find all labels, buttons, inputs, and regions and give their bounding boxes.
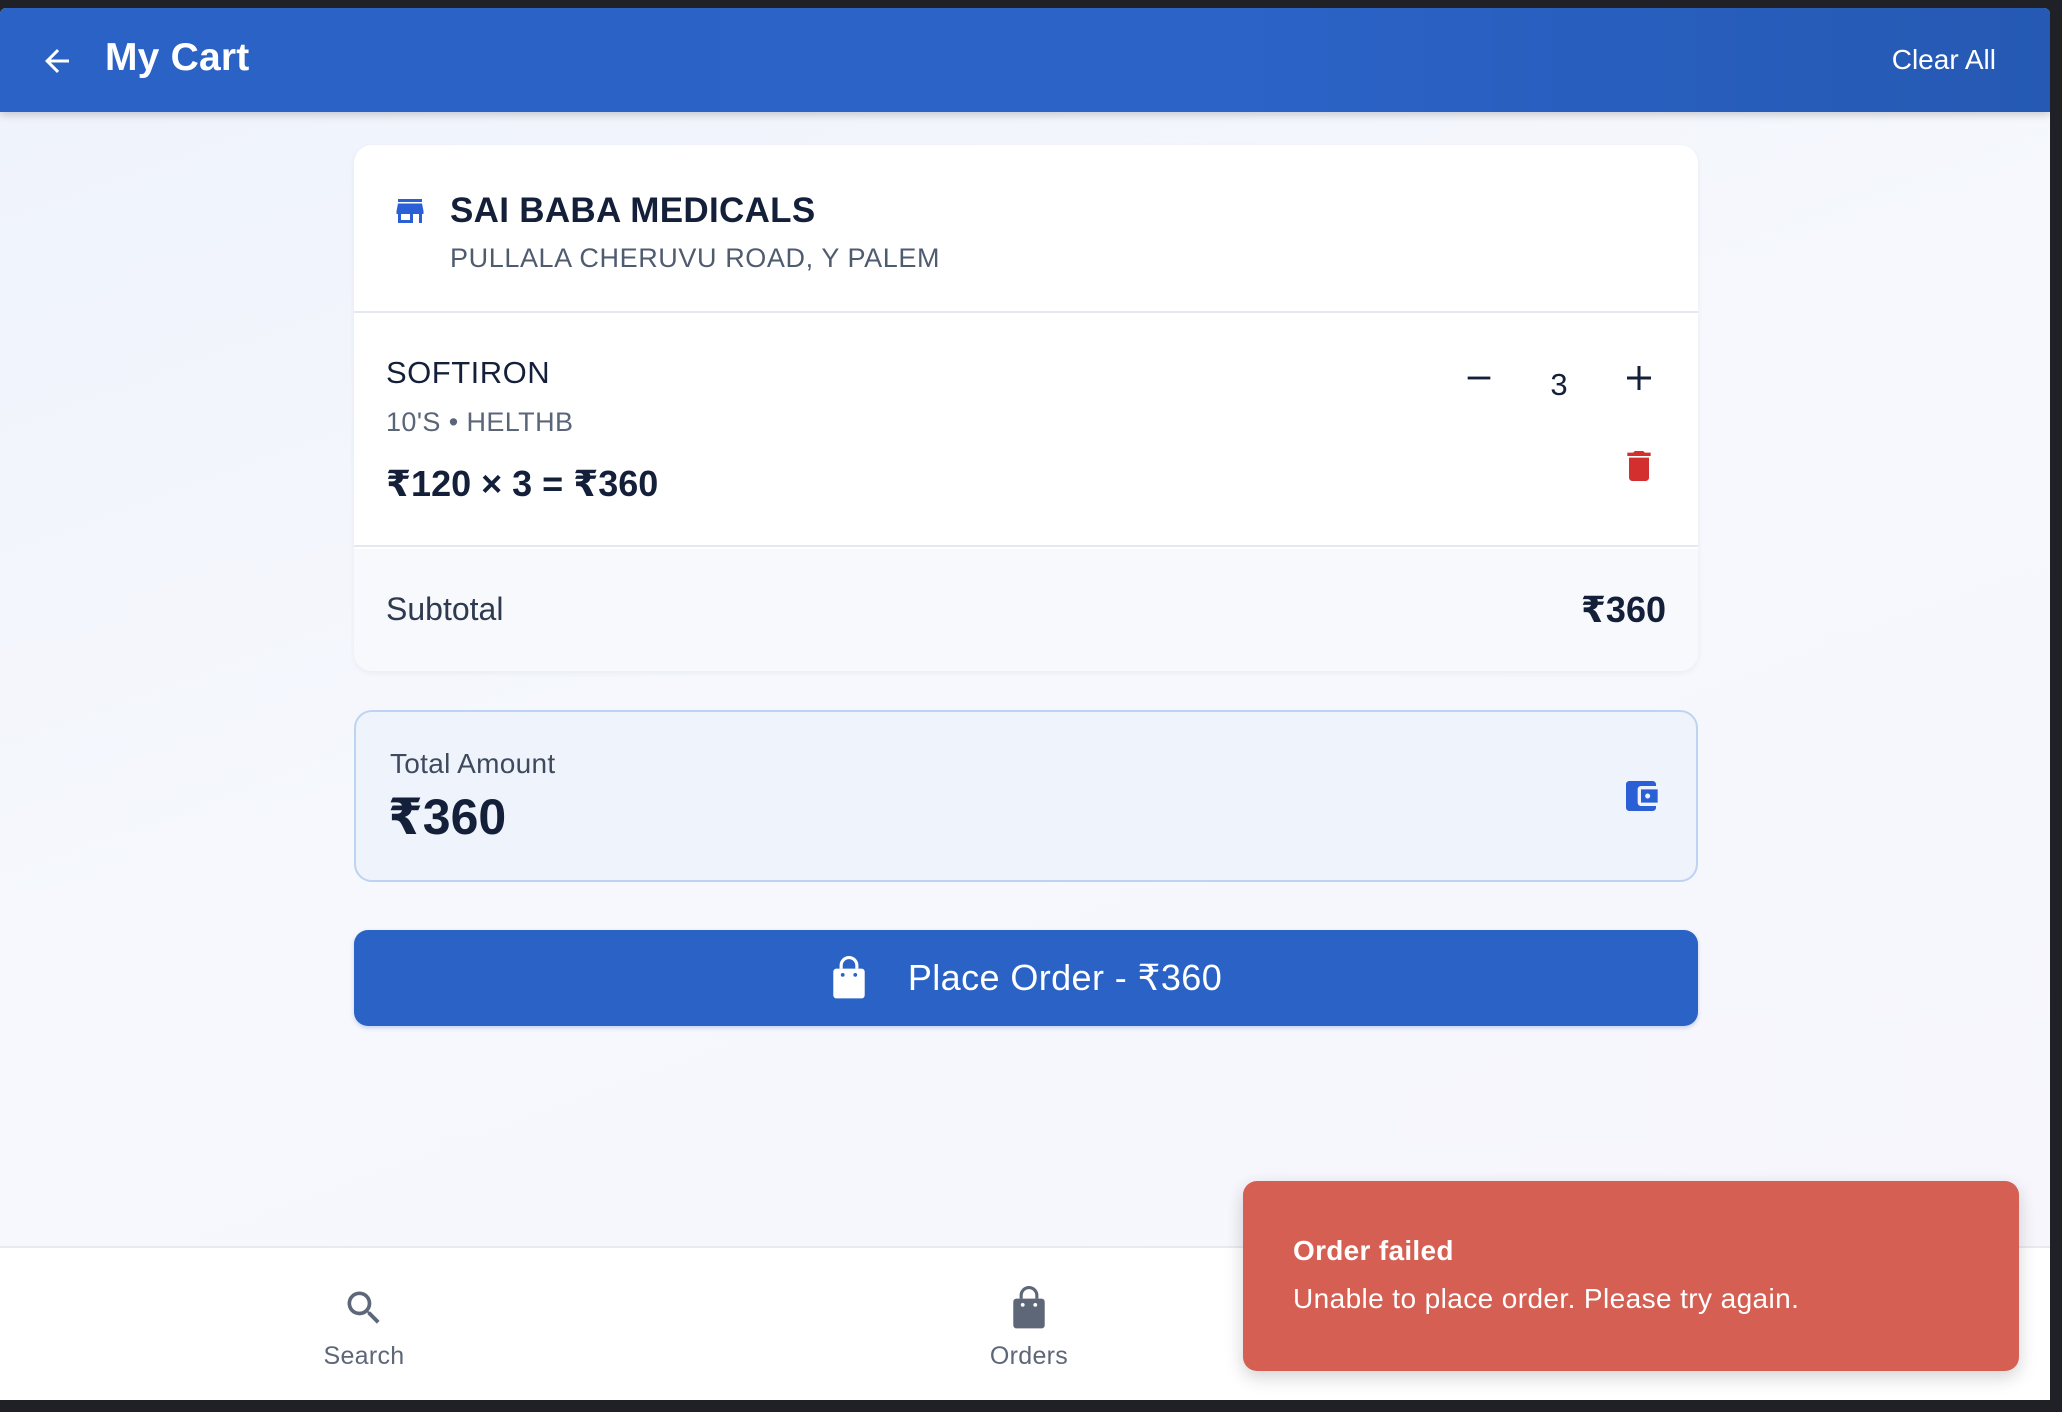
subtotal-row: Subtotal ₹360: [354, 549, 1698, 671]
subtotal-label: Subtotal: [386, 591, 504, 627]
decrease-quantity-button[interactable]: [1454, 353, 1504, 403]
store-address: PULLALA CHERUVU ROAD, Y PALEM: [450, 243, 941, 273]
subtotal-value: ₹360: [1580, 589, 1666, 630]
trash-icon: [1627, 451, 1651, 481]
toast-message: Unable to place order. Please try again.: [1293, 1283, 1800, 1314]
search-icon: [347, 1291, 380, 1324]
store-header: SAI BABA MEDICALS PULLALA CHERUVU ROAD, …: [354, 145, 1698, 313]
nav-item-orders[interactable]: Orders: [929, 1248, 1129, 1400]
plus-icon: [1627, 366, 1651, 390]
back-button[interactable]: [36, 40, 78, 82]
clear-all-button[interactable]: Clear All: [1892, 44, 1996, 76]
store-card: SAI BABA MEDICALS PULLALA CHERUVU ROAD, …: [354, 145, 1698, 671]
item-meta: 10'S • HELTHB: [386, 407, 574, 437]
total-amount-card: Total Amount ₹360: [354, 710, 1698, 882]
increase-quantity-button[interactable]: [1614, 353, 1664, 403]
cart-item: SOFTIRON 10'S • HELTHB ₹120 × 3 = ₹360 3: [354, 315, 1698, 547]
item-price: ₹120 × 3 = ₹360: [386, 463, 659, 504]
store-name: SAI BABA MEDICALS: [450, 191, 816, 230]
nav-label-orders: Orders: [989, 1342, 1069, 1370]
total-label: Total Amount: [390, 748, 556, 779]
total-value: ₹360: [388, 789, 507, 845]
arrow-left-icon: [45, 49, 69, 73]
nav-item-search[interactable]: Search: [264, 1248, 464, 1400]
page-title: My Cart: [105, 36, 250, 79]
place-order-button[interactable]: Place Order - ₹360: [354, 930, 1698, 1026]
wallet-icon: [1626, 781, 1658, 811]
store-icon: [396, 199, 424, 223]
place-order-label: Place Order - ₹360: [907, 957, 1223, 998]
quantity-value: 3: [1550, 367, 1568, 402]
minus-icon: [1467, 376, 1491, 380]
app-window: My Cart Clear All SAI BABA MEDICALS PULL…: [0, 8, 2050, 1400]
app-bar: My Cart Clear All: [0, 8, 2050, 112]
shopping-bag-icon: [833, 956, 865, 999]
toast-title: Order failed: [1293, 1235, 1454, 1266]
error-toast[interactable]: Order failed Unable to place order. Plea…: [1243, 1181, 2019, 1371]
shopping-bag-icon: [1013, 1286, 1045, 1329]
nav-label-search: Search: [323, 1342, 405, 1370]
delete-item-button[interactable]: [1616, 443, 1662, 489]
item-name: SOFTIRON: [386, 355, 551, 390]
